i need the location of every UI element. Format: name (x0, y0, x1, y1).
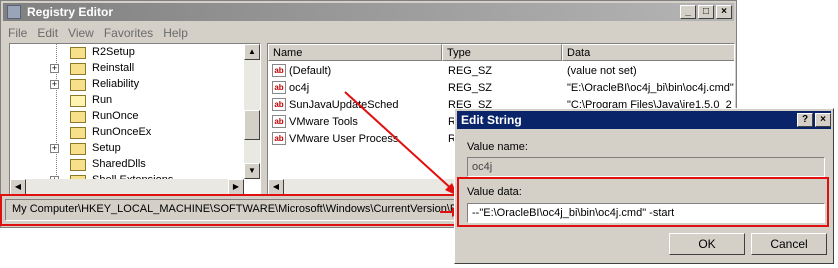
close-icon[interactable]: × (815, 113, 831, 127)
cancel-button[interactable]: Cancel (751, 233, 827, 255)
value-name-field: oc4j (467, 157, 825, 177)
dialog-title: Edit String (461, 113, 522, 127)
arrow-line (344, 91, 456, 193)
help-icon[interactable]: ? (797, 113, 813, 127)
value-name-label: Value name: (467, 141, 528, 153)
dialog-titlebar: Edit String ? × (457, 111, 831, 129)
ok-button[interactable]: OK (669, 233, 745, 255)
highlight-box-value-data (457, 177, 829, 227)
